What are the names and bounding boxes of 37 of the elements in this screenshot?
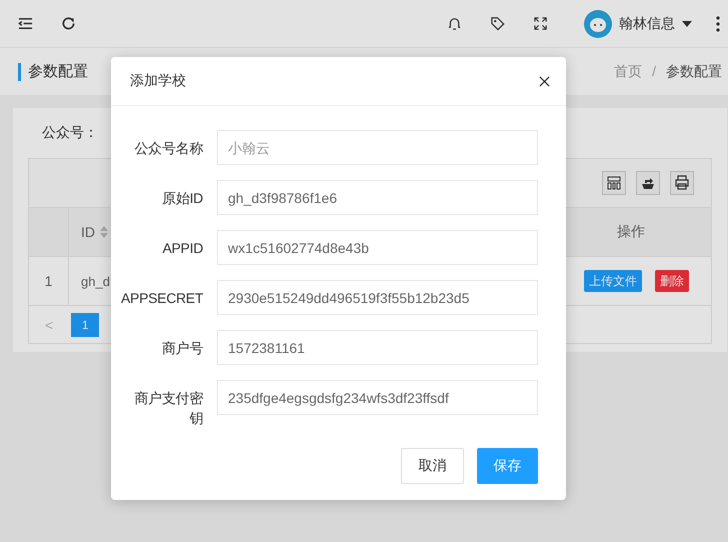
breadcrumb-separator: / [652,62,656,80]
export-icon[interactable] [636,171,660,195]
cancel-button[interactable]: 取消 [401,448,464,484]
column-header[interactable]: 操作 [617,223,645,241]
input-field[interactable]: 235dfge4egsgdsfg234wfs3df23ffsdf [217,380,538,415]
menu-icon[interactable] [18,16,33,31]
field-label: APPSECRET [121,289,203,308]
input-field[interactable]: 1572381161 [217,330,538,365]
field-label: 原始ID [161,189,203,208]
tag-icon[interactable] [490,16,505,31]
bell-icon[interactable] [447,16,462,31]
close-icon[interactable] [539,76,550,86]
input-field[interactable]: 小翰云 [217,130,538,165]
table-cell: gh_d [81,274,110,288]
breadcrumb-link[interactable]: 参数配置 [666,62,722,80]
column-header[interactable]: ID [81,224,95,240]
print-icon[interactable] [670,171,694,195]
columns-icon[interactable] [602,171,626,195]
avatar-icon [584,10,612,38]
dialog-title: 添加学校 [130,72,186,90]
field-label: 公众号名称 [133,139,203,158]
input-field[interactable]: gh_d3f98786f1e6 [217,180,538,215]
input-field[interactable]: wx1c51602774d8e43b [217,230,538,265]
field-label: 商户号 [160,339,203,358]
caret-icon [682,20,692,26]
input-field[interactable]: 2930e515249dd496519f3f55b12b23d5 [217,280,538,315]
filter-label: 公众号： [42,124,98,142]
fullscreen-icon[interactable] [533,16,548,31]
more-icon[interactable] [716,16,720,32]
user-menu[interactable]: 翰林信息 [584,10,692,38]
page-title: 参数配置 [18,62,88,80]
refresh-icon[interactable] [61,16,76,31]
field-label: 商户支付密钥 [133,389,203,428]
delete-button[interactable]: 删除 [655,270,689,292]
row-number: 1 [44,273,52,289]
user-name: 翰林信息 [619,14,675,32]
field-label: APPID [161,239,203,258]
